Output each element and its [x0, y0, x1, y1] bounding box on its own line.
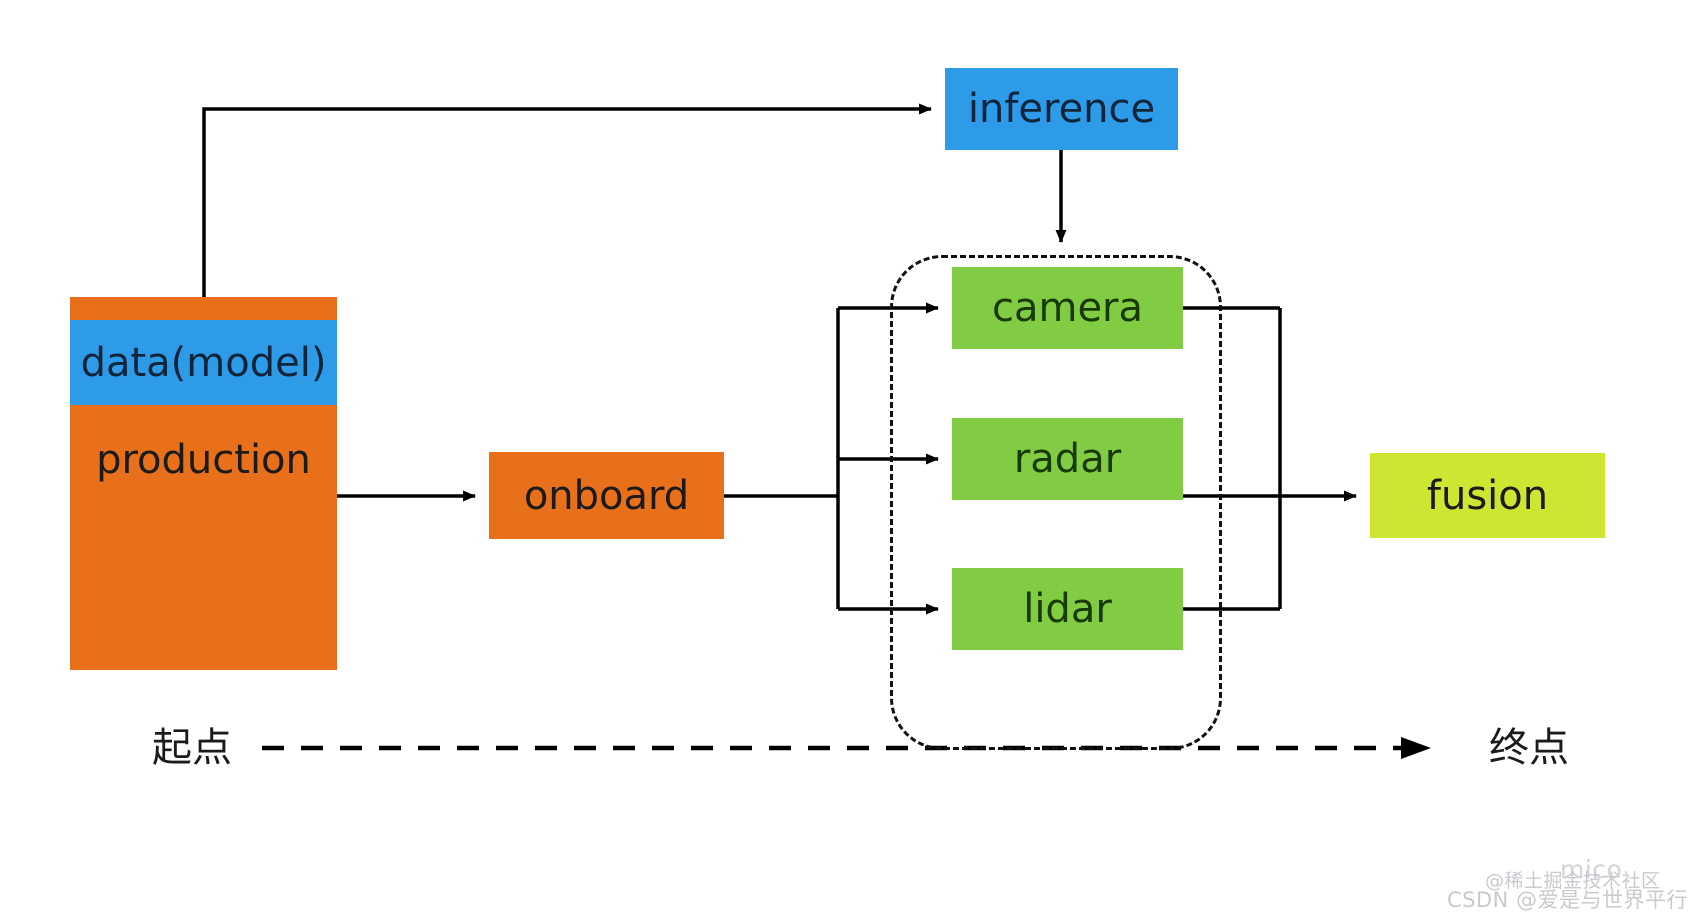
- legend-start-label: 起点: [152, 725, 232, 771]
- node-data-model-label: data(model): [80, 339, 327, 386]
- node-onboard-label: onboard: [523, 472, 690, 519]
- node-onboard[interactable]: onboard: [489, 452, 724, 539]
- node-lidar-label: lidar: [1023, 586, 1112, 632]
- node-production-label: production: [96, 437, 311, 483]
- legend-end-label: 终点: [1489, 725, 1569, 771]
- node-lidar[interactable]: lidar: [952, 568, 1183, 650]
- node-camera-label: camera: [991, 285, 1144, 331]
- node-radar[interactable]: radar: [952, 418, 1183, 500]
- node-data-model[interactable]: data(model): [70, 320, 337, 405]
- node-inference[interactable]: inference: [945, 68, 1178, 150]
- node-camera[interactable]: camera: [952, 267, 1183, 349]
- edge-onboard-to-branch-bus: [724, 308, 840, 609]
- edge-sensors-to-fusion: [1183, 306, 1357, 611]
- node-inference-label: inference: [967, 86, 1156, 132]
- node-fusion-label: fusion: [1426, 472, 1549, 519]
- node-fusion[interactable]: fusion: [1370, 453, 1605, 538]
- node-radar-label: radar: [1013, 436, 1122, 482]
- diagram-canvas: production data(model) inference onboard…: [0, 0, 1697, 920]
